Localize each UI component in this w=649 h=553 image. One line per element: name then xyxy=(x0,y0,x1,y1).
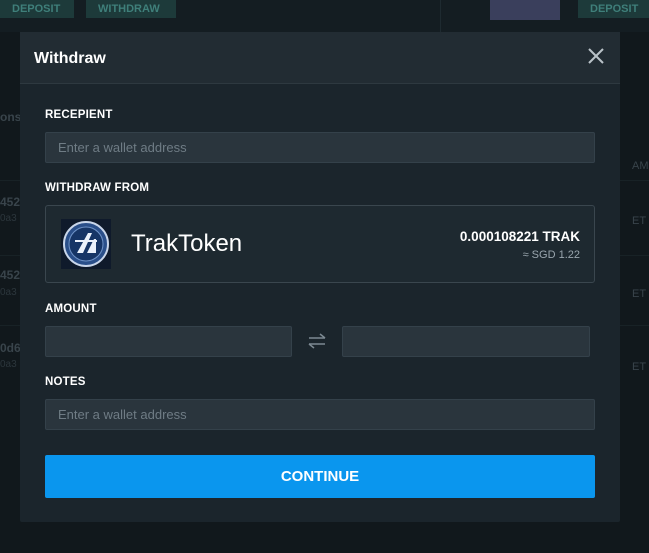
bg-token-gem-icon xyxy=(490,0,560,20)
token-balance: 0.000108221 TRAK xyxy=(459,229,580,244)
traktoken-logo-icon xyxy=(61,219,111,269)
notes-input[interactable] xyxy=(45,399,595,430)
bg-deposit-button: DEPOSIT xyxy=(0,0,74,18)
bg-row-right: ET xyxy=(632,288,647,300)
bg-col-label: AM xyxy=(632,160,649,172)
withdraw-modal: Withdraw RECEPIENT WITHDRAW FROM TrakTok… xyxy=(20,32,620,522)
bg-row-right: ET xyxy=(632,361,647,373)
bg-row-main: 452 xyxy=(0,195,21,209)
bg-row-sub: 0a3 xyxy=(0,213,17,224)
bg-side-label: ons xyxy=(0,110,22,124)
close-icon xyxy=(588,48,604,64)
recipient-input[interactable] xyxy=(45,132,595,163)
bg-row-main: 0d6 xyxy=(0,341,21,355)
amount-label: AMOUNT xyxy=(45,303,97,315)
bg-deposit-button-2: DEPOSIT xyxy=(578,0,649,18)
notes-label: NOTES xyxy=(45,376,86,388)
bg-row-sub: 0a3 xyxy=(0,359,17,370)
modal-title: Withdraw xyxy=(34,50,106,67)
amount-fiat-input[interactable] xyxy=(342,326,590,357)
swap-arrows-icon[interactable] xyxy=(306,330,328,352)
close-button[interactable] xyxy=(584,44,608,68)
modal-header: Withdraw xyxy=(20,32,620,84)
withdraw-from-label: WITHDRAW FROM xyxy=(45,182,150,194)
bg-row-sub: 0a3 xyxy=(0,287,17,298)
bg-row-right: ET xyxy=(632,215,647,227)
bg-withdraw-button: WITHDRAW xyxy=(86,0,176,18)
continue-button[interactable]: CONTINUE xyxy=(45,455,595,498)
bg-row-main: 452 xyxy=(0,268,21,282)
bg-divider xyxy=(440,0,441,32)
token-name: TrakToken xyxy=(131,230,243,257)
token-fiat-value: ≈ SGD 1.22 xyxy=(522,249,580,261)
recipient-label: RECEPIENT xyxy=(45,109,113,121)
amount-crypto-input[interactable] xyxy=(45,326,292,357)
wallet-select-card[interactable]: TrakToken 0.000108221 TRAK ≈ SGD 1.22 xyxy=(45,205,595,283)
